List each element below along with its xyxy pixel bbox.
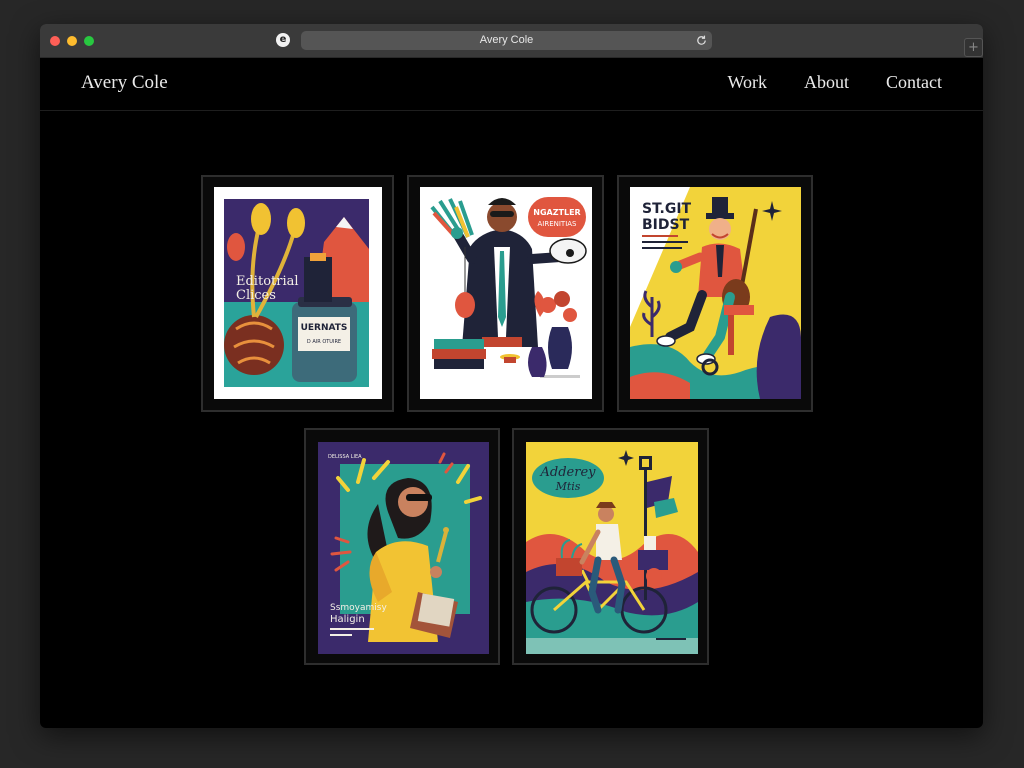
poster-title-line1: Ssmoyamisy — [330, 603, 387, 613]
address-bar[interactable]: Avery Cole — [301, 31, 712, 50]
poster-title-line1: Editotrial — [236, 274, 299, 289]
poster-jar-label: UERNATS — [301, 323, 348, 333]
site-header: Avery Cole Work About Contact — [40, 58, 983, 111]
address-bar-text: Avery Cole — [479, 34, 534, 46]
gallery-card[interactable]: UERNATS D AIR OTUIRE Editotrial Clices — [201, 175, 394, 412]
poster-illustration: Adderey Mtis — [526, 442, 698, 654]
nav-link-work[interactable]: Work — [727, 72, 767, 93]
gallery-card[interactable]: NGAZTLER AIRENITIAS — [407, 175, 604, 412]
poster-title-line2: Mtis — [555, 480, 581, 493]
site-favicon-icon: e — [276, 33, 290, 47]
poster-bubble-line2: AIRENITIAS — [537, 220, 577, 228]
poster-illustration: UERNATS D AIR OTUIRE Editotrial Clices — [214, 187, 382, 399]
poster-jar-sublabel: D AIR OTUIRE — [307, 339, 341, 345]
site-brand[interactable]: Avery Cole — [81, 72, 168, 94]
browser-titlebar: e Avery Cole + — [40, 24, 983, 58]
nav-link-about[interactable]: About — [804, 72, 849, 93]
close-window-button[interactable] — [50, 36, 60, 46]
poster-title-line2: BIDST — [642, 217, 690, 233]
reload-icon[interactable] — [695, 34, 708, 47]
new-tab-plus-icon[interactable]: + — [964, 38, 983, 57]
gallery-card[interactable]: DELISSA LIEA Ssmoyamisy Haligin — [304, 428, 500, 665]
poster-title-line1: Adderey — [540, 465, 597, 480]
poster-top-label: DELISSA LIEA — [328, 454, 362, 460]
poster-title-line1: ST.GIT — [642, 201, 692, 217]
browser-window: e Avery Cole + Avery Cole Work About Con… — [40, 24, 983, 728]
nav-link-contact[interactable]: Contact — [886, 72, 942, 93]
poster-title-line2: Clices — [236, 288, 276, 303]
site-nav: Work About Contact — [727, 72, 942, 93]
minimize-window-button[interactable] — [67, 36, 77, 46]
poster-title-line2: Haligin — [330, 614, 365, 625]
gallery-card[interactable]: Adderey Mtis — [512, 428, 709, 665]
poster-bubble-line1: NGAZTLER — [533, 208, 580, 217]
maximize-window-button[interactable] — [84, 36, 94, 46]
poster-illustration: NGAZTLER AIRENITIAS — [420, 187, 592, 399]
poster-illustration: DELISSA LIEA Ssmoyamisy Haligin — [318, 442, 489, 654]
gallery-card[interactable]: ST.GIT BIDST — [617, 175, 813, 412]
poster-illustration: ST.GIT BIDST — [630, 187, 801, 399]
